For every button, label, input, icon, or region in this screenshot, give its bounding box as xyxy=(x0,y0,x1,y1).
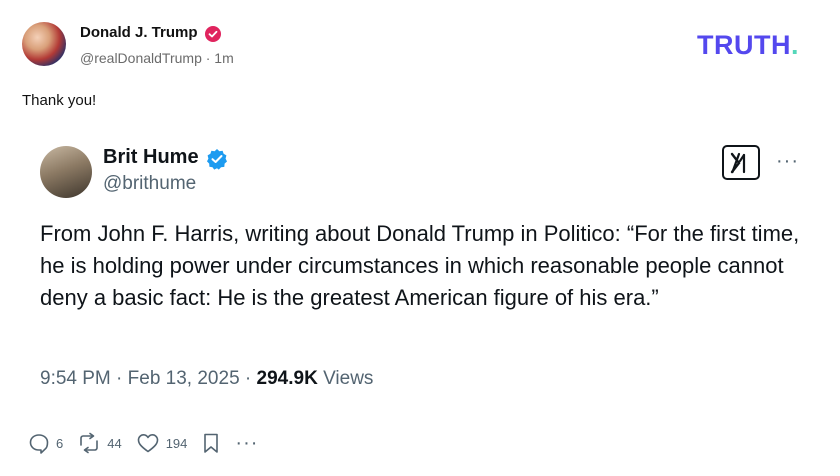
bookmark-button[interactable] xyxy=(201,432,221,454)
post-actions-bar: 6 44 194 ··· xyxy=(28,430,272,456)
reply-count: 6 xyxy=(56,435,64,451)
x-post-time[interactable]: 9:54 PM xyxy=(40,368,111,389)
x-logo-icon[interactable] xyxy=(722,145,760,180)
x-author-name[interactable]: Brit Hume xyxy=(103,146,199,169)
reply-button[interactable]: 6 xyxy=(28,432,63,454)
more-options-icon[interactable]: ··· xyxy=(776,150,799,173)
retruth-icon xyxy=(80,432,99,454)
like-button[interactable]: 194 xyxy=(136,432,188,454)
more-options-icon: ··· xyxy=(235,431,259,454)
x-post-body: From John F. Harris, writing about Donal… xyxy=(40,221,800,310)
verified-badge-icon xyxy=(205,26,221,42)
retruth-count: 44 xyxy=(107,435,122,451)
x-post-views-count: 294.9K xyxy=(256,368,318,389)
meta-separator: · xyxy=(244,368,257,389)
x-post-date[interactable]: Feb 13, 2025 xyxy=(128,368,240,389)
reply-icon xyxy=(29,434,49,454)
x-post-views-label: Views xyxy=(323,368,374,389)
truth-logo-dot: . xyxy=(790,30,799,60)
meta-separator: · xyxy=(116,368,128,389)
x-author-avatar[interactable] xyxy=(40,146,92,198)
truth-logo-text: TRUTH xyxy=(697,30,791,60)
more-actions-button[interactable]: ··· xyxy=(235,432,258,455)
retruth-button[interactable]: 44 xyxy=(77,432,122,454)
truth-author-avatar[interactable] xyxy=(22,22,66,66)
x-verified-badge-icon xyxy=(207,149,227,170)
truth-author-name[interactable]: Donald J. Trump xyxy=(80,24,198,41)
like-icon xyxy=(137,434,159,453)
x-post-meta: 9:54 PM · Feb 13, 2025 · 294.9K Views xyxy=(40,368,373,390)
x-author-handle[interactable]: @brithume xyxy=(103,173,196,195)
like-count: 194 xyxy=(165,435,188,451)
bookmark-icon xyxy=(204,433,219,453)
truth-author-handle[interactable]: @realDonaldTrump · 1m xyxy=(80,50,234,66)
truth-social-logo: TRUTH. xyxy=(697,30,799,61)
truth-post-message: Thank you! xyxy=(22,92,97,109)
